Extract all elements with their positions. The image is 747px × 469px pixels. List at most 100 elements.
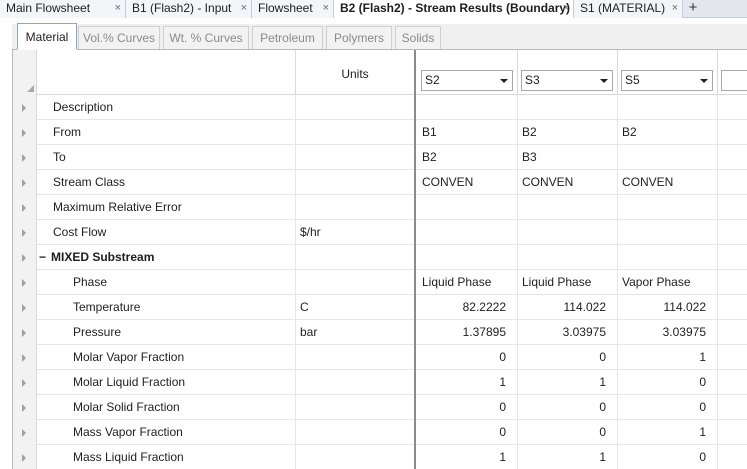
value-cell[interactable]: 0	[618, 445, 718, 469]
doc-tab-flowsheet[interactable]: Flowsheet ×	[252, 0, 334, 18]
row-header[interactable]	[13, 295, 37, 320]
doc-tab-b2-stream-results[interactable]: B2 (Flash2) - Stream Results (Boundary) …	[334, 0, 574, 18]
value-cell[interactable]: 114.022	[518, 295, 618, 320]
value-cell[interactable]: Vapor Phase	[618, 270, 718, 295]
value-cell[interactable]	[718, 420, 747, 445]
row-header[interactable]	[13, 220, 37, 245]
tab-wt-curves[interactable]: Wt. % Curves	[163, 26, 249, 49]
table-row[interactable]: Molar Solid Fraction 0 0 0	[13, 395, 747, 420]
value-cell[interactable]	[418, 195, 518, 220]
table-row[interactable]: Mass Liquid Fraction 1 1 0	[13, 445, 747, 469]
value-cell[interactable]: 0	[418, 420, 518, 445]
doc-tab-s1-material[interactable]: S1 (MATERIAL) ×	[574, 0, 683, 18]
value-cell[interactable]: 3.03975	[518, 320, 618, 345]
value-cell[interactable]: 0	[618, 370, 718, 395]
value-cell[interactable]	[618, 145, 718, 170]
value-cell[interactable]: 0	[418, 345, 518, 370]
select-all-corner[interactable]	[13, 50, 37, 95]
units-cell[interactable]	[296, 170, 416, 195]
units-cell[interactable]	[296, 270, 416, 295]
value-cell[interactable]	[718, 170, 747, 195]
value-cell[interactable]: B3	[518, 145, 618, 170]
units-cell[interactable]	[296, 145, 416, 170]
table-row[interactable]: Stream Class CONVEN CONVEN CONVEN	[13, 170, 747, 195]
value-cell[interactable]: B1	[418, 120, 518, 145]
value-cell[interactable]: 1	[418, 445, 518, 469]
value-cell[interactable]: B2	[618, 120, 718, 145]
value-cell[interactable]: 0	[518, 420, 618, 445]
close-icon[interactable]: ×	[672, 0, 678, 17]
value-cell[interactable]: 1	[618, 420, 718, 445]
row-header[interactable]	[13, 420, 37, 445]
value-cell[interactable]	[518, 245, 618, 270]
value-cell[interactable]	[718, 145, 747, 170]
value-cell[interactable]: 1	[418, 370, 518, 395]
table-row[interactable]: Molar Vapor Fraction 0 0 1	[13, 345, 747, 370]
close-icon[interactable]: ×	[241, 0, 247, 17]
value-cell[interactable]	[718, 445, 747, 469]
close-icon[interactable]: ×	[115, 0, 121, 17]
units-cell[interactable]	[296, 245, 416, 270]
row-header[interactable]	[13, 445, 37, 469]
units-cell[interactable]	[296, 95, 416, 120]
doc-tab-b1-input[interactable]: B1 (Flash2) - Input ×	[126, 0, 252, 18]
collapse-icon[interactable]: −	[39, 245, 51, 269]
table-row[interactable]: − MIXED Substream	[13, 245, 747, 270]
units-cell[interactable]	[296, 370, 416, 395]
value-cell[interactable]: B2	[518, 120, 618, 145]
value-cell[interactable]: 1	[518, 370, 618, 395]
table-row[interactable]: To B2 B3	[13, 145, 747, 170]
value-cell[interactable]: 114.022	[618, 295, 718, 320]
value-cell[interactable]	[618, 245, 718, 270]
value-cell[interactable]	[718, 295, 747, 320]
table-row[interactable]: From B1 B2 B2	[13, 120, 747, 145]
table-row[interactable]: Phase Liquid Phase Liquid Phase Vapor Phase	[13, 270, 747, 295]
stream-select-1[interactable]: S2	[421, 70, 513, 91]
row-header[interactable]	[13, 320, 37, 345]
tab-solids[interactable]: Solids	[395, 26, 441, 49]
add-tab-icon[interactable]: +	[683, 0, 703, 18]
value-cell[interactable]: 1	[518, 445, 618, 469]
row-header[interactable]	[13, 245, 37, 270]
value-cell[interactable]: 82.2222	[418, 295, 518, 320]
table-row[interactable]: Pressure bar 1.37895 3.03975 3.03975	[13, 320, 747, 345]
units-cell[interactable]	[296, 420, 416, 445]
row-header[interactable]	[13, 395, 37, 420]
value-cell[interactable]	[618, 195, 718, 220]
value-cell[interactable]	[718, 95, 747, 120]
table-row[interactable]: Mass Vapor Fraction 0 0 1	[13, 420, 747, 445]
value-cell[interactable]	[718, 120, 747, 145]
doc-tab-main-flowsheet[interactable]: Main Flowsheet ×	[0, 0, 126, 18]
value-cell[interactable]	[618, 95, 718, 120]
row-header[interactable]	[13, 170, 37, 195]
table-row[interactable]: Cost Flow $/hr	[13, 220, 747, 245]
value-cell[interactable]	[718, 195, 747, 220]
value-cell[interactable]: CONVEN	[518, 170, 618, 195]
stream-select-4[interactable]	[721, 70, 747, 91]
units-cell[interactable]	[296, 195, 416, 220]
value-cell[interactable]	[718, 320, 747, 345]
value-cell[interactable]: 1	[618, 345, 718, 370]
value-cell[interactable]: 0	[418, 395, 518, 420]
value-cell[interactable]: Liquid Phase	[518, 270, 618, 295]
units-cell[interactable]: bar	[296, 320, 416, 345]
value-cell[interactable]: 1.37895	[418, 320, 518, 345]
value-cell[interactable]: 3.03975	[618, 320, 718, 345]
value-cell[interactable]	[718, 345, 747, 370]
value-cell[interactable]	[418, 220, 518, 245]
value-cell[interactable]	[718, 370, 747, 395]
value-cell[interactable]: B2	[418, 145, 518, 170]
units-cell[interactable]	[296, 445, 416, 469]
tab-polymers[interactable]: Polymers	[326, 26, 392, 49]
tab-vol-curves[interactable]: Vol.% Curves	[78, 26, 160, 49]
value-cell[interactable]	[718, 245, 747, 270]
value-cell[interactable]	[518, 220, 618, 245]
value-cell[interactable]	[618, 220, 718, 245]
value-cell[interactable]	[718, 395, 747, 420]
tab-petroleum[interactable]: Petroleum	[252, 26, 323, 49]
units-cell[interactable]	[296, 395, 416, 420]
table-row[interactable]: Molar Liquid Fraction 1 1 0	[13, 370, 747, 395]
row-header[interactable]	[13, 120, 37, 145]
row-header[interactable]	[13, 345, 37, 370]
value-cell[interactable]	[518, 95, 618, 120]
